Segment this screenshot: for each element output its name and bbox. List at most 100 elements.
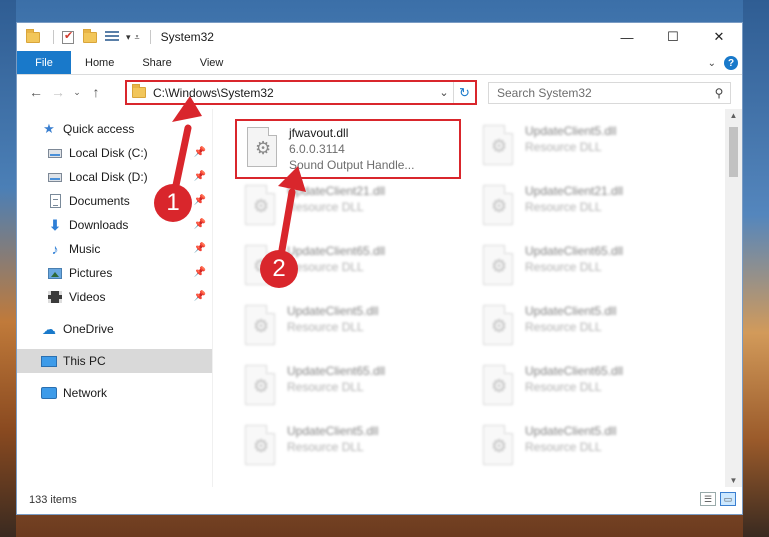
dll-file-icon: ⚙ [479,425,515,469]
window-controls: — ☐ ✕ [604,23,742,51]
sidebar-item-network[interactable]: Network [17,381,212,405]
folder-icon [25,28,41,45]
file-tile[interactable]: ⚙ UpdateClient5.dll Resource DLL [473,419,697,475]
tab-file[interactable]: File [17,51,71,74]
details-view-icon[interactable]: ☰ [700,492,716,506]
back-arrow-icon[interactable]: ← [25,81,47,103]
sidebar-item-music[interactable]: ♪ Music 📌 [17,237,212,261]
dll-file-icon: ⚙ [479,185,515,229]
sidebar-item-label: Local Disk (C:) [69,146,148,160]
pin-icon[interactable]: 📌 [194,171,206,182]
file-tile[interactable]: ⚙ UpdateClient65.dll Resource DLL [473,239,697,295]
sidebar-item-local-disk-d[interactable]: Local Disk (D:) 📌 [17,165,212,189]
sidebar-item-videos[interactable]: Videos 📌 [17,285,212,309]
large-icons-view-icon[interactable]: ▭ [720,492,736,506]
sidebar-item-onedrive[interactable]: ☁ OneDrive [17,317,212,341]
file-type: Resource DLL [525,200,602,214]
sidebar-item-local-disk-c[interactable]: Local Disk (C:) 📌 [17,141,212,165]
sidebar-item-this-pc[interactable]: This PC [17,349,212,373]
file-tile[interactable]: ⚙ UpdateClient5.dll Resource DLL [473,119,697,175]
dll-file-icon: ⚙ [479,305,515,349]
dll-file-icon: ⚙ [479,365,515,409]
new-folder-icon[interactable] [82,28,98,45]
maximize-button[interactable]: ☐ [650,23,696,51]
tab-share[interactable]: Share [128,51,185,74]
file-type: Resource DLL [287,380,364,394]
divider [149,30,151,44]
file-tile-jfwavout[interactable]: ⚙ jfwavout.dll 6.0.0.3114 Sound Output H… [235,119,461,179]
file-tile[interactable]: ⚙ UpdateClient5.dll Resource DLL [235,419,459,475]
file-list: ⚙ jfwavout.dll 6.0.0.3114 Sound Output H… [213,109,742,487]
file-tile[interactable]: ⚙ UpdateClient65.dll Resource DLL [235,359,459,415]
address-bar[interactable]: C:\Windows\System32 ⌄ ↻ [125,80,477,105]
pin-icon[interactable]: 📌 [194,219,206,230]
search-input[interactable]: Search System32 [497,86,708,100]
file-name: UpdateClient21.dll [525,184,624,198]
dll-file-icon: ⚙ [241,305,277,349]
file-tile[interactable]: ⚙ UpdateClient65.dll Resource DLL [473,359,697,415]
content-area: ★ Quick access Local Disk (C:) 📌 Local D… [17,109,742,487]
file-tile[interactable]: ⚙ UpdateClient21.dll Resource DLL [235,179,459,235]
star-icon: ★ [43,121,55,136]
sidebar-item-label: Local Disk (D:) [69,170,148,184]
file-name: UpdateClient5.dll [287,304,379,318]
dll-file-icon: ⚙ [243,127,279,171]
refresh-icon[interactable]: ↻ [453,82,475,103]
file-name: UpdateClient65.dll [287,244,386,258]
folder-icon [131,84,147,101]
scroll-down-icon[interactable]: ▼ [725,476,742,485]
scrollbar-thumb[interactable] [729,127,738,177]
chevron-down-icon[interactable]: ▾ [126,32,131,43]
file-type: Resource DLL [287,200,364,214]
scroll-up-icon[interactable]: ▲ [725,111,742,120]
address-path[interactable]: C:\Windows\System32 [153,86,435,100]
chevron-down-icon[interactable]: ⌄ [435,86,453,99]
sidebar-item-quick-access[interactable]: ★ Quick access [17,117,212,141]
view-toggle: ☰ ▭ [700,492,736,506]
item-count: 133 items [29,494,77,506]
tab-view[interactable]: View [186,51,238,74]
file-tile[interactable]: ⚙ UpdateClient5.dll Resource DLL [235,299,459,355]
sidebar-item-label: Documents [69,194,130,208]
dll-file-icon: ⚙ [241,185,277,229]
properties-icon[interactable] [104,29,120,45]
vertical-scrollbar[interactable]: ▲ ▼ [725,109,742,487]
cloud-icon: ☁ [42,320,56,337]
file-tile[interactable]: ⚙ UpdateClient5.dll Resource DLL [473,299,697,355]
dll-file-icon: ⚙ [479,245,515,289]
file-version: 6.0.0.3114 [289,142,345,156]
pin-icon[interactable]: 📌 [194,291,206,302]
file-type: Resource DLL [287,260,364,274]
sidebar-item-label: Quick access [63,122,135,136]
navigation-pane: ★ Quick access Local Disk (C:) 📌 Local D… [17,109,213,487]
search-icon: ⚲ [714,86,724,100]
file-name: UpdateClient21.dll [287,184,386,198]
sidebar-item-label: Network [63,386,108,400]
customize-toolbar-icon[interactable]: ⩡ [135,32,140,43]
sidebar-item-label: Pictures [69,266,113,280]
sidebar-item-label: OneDrive [63,322,114,336]
dll-file-icon: ⚙ [241,365,277,409]
help-icon[interactable]: ? [724,56,738,70]
file-type: Resource DLL [287,440,364,454]
file-tile[interactable]: ⚙ UpdateClient21.dll Resource DLL [473,179,697,235]
close-button[interactable]: ✕ [696,23,742,51]
recent-locations-chevron-icon[interactable]: ⌄ [69,81,85,103]
minimize-button[interactable]: — [604,23,650,51]
pin-icon[interactable]: 📌 [194,243,206,254]
file-name: UpdateClient5.dll [525,304,617,318]
tab-home[interactable]: Home [71,51,128,74]
pin-icon[interactable]: 📌 [194,147,206,158]
pin-icon[interactable]: 📌 [194,195,206,206]
forward-arrow-icon[interactable]: → [47,81,69,103]
properties-check-icon[interactable] [60,29,76,45]
file-name: UpdateClient65.dll [525,364,624,378]
documents-icon [47,193,63,209]
pin-icon[interactable]: 📌 [194,267,206,278]
sidebar-item-label: Videos [69,290,106,304]
chevron-down-icon[interactable]: ⌄ [708,58,716,69]
desktop-background-left [0,0,16,537]
sidebar-item-pictures[interactable]: Pictures 📌 [17,261,212,285]
up-arrow-icon[interactable]: ↑ [85,81,107,103]
search-box[interactable]: Search System32 ⚲ [488,82,731,104]
